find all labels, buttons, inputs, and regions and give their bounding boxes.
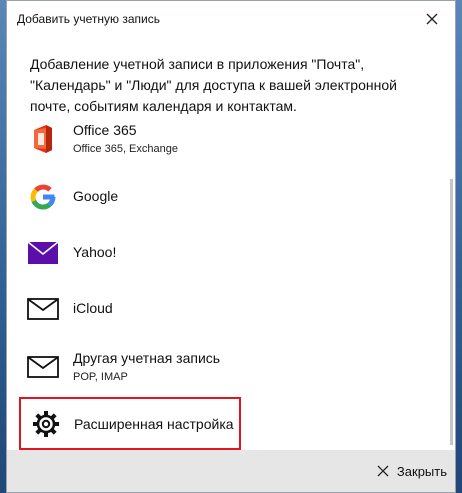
scrollbar[interactable] — [450, 179, 453, 445]
account-option-google[interactable]: Google — [7, 171, 445, 223]
account-label: Google — [73, 188, 119, 204]
account-label: Расширенная настройка — [74, 416, 234, 432]
google-icon — [27, 181, 59, 213]
office-icon — [27, 123, 59, 155]
account-sublabel: Office 365, Exchange — [73, 143, 178, 155]
gear-icon — [30, 408, 62, 440]
account-label: Yahoo! — [73, 244, 117, 260]
close-icon — [377, 465, 389, 477]
close-button-label: Закрыть — [396, 463, 447, 479]
intro-description: Добавление учетной записи в приложения "… — [30, 54, 430, 117]
dialog-footer: Закрыть — [7, 450, 455, 492]
account-sublabel: POP, IMAP — [73, 371, 128, 383]
envelope-icon — [27, 293, 59, 325]
window-title: Добавить учетную запись — [17, 12, 160, 26]
envelope-icon — [27, 351, 59, 383]
account-option-other[interactable]: Другая учетная запись POP, IMAP — [7, 341, 445, 393]
close-icon — [426, 13, 438, 25]
account-option-advanced-setup[interactable]: Расширенная настройка — [19, 397, 241, 450]
desktop-background-right — [456, 0, 462, 493]
account-label: Другая учетная запись — [73, 350, 221, 366]
account-label: iCloud — [73, 300, 113, 316]
close-button[interactable]: Закрыть — [377, 459, 447, 483]
account-label: Office 365 — [73, 122, 137, 138]
account-option-icloud[interactable]: iCloud — [7, 283, 445, 335]
title-bar: Добавить учетную запись — [7, 1, 455, 37]
account-option-yahoo[interactable]: Yahoo! — [7, 227, 445, 279]
close-window-button[interactable] — [409, 1, 455, 37]
add-account-dialog: Добавить учетную запись Добавление учетн… — [6, 0, 456, 493]
account-option-office365[interactable]: Office 365 Office 365, Exchange — [7, 113, 445, 165]
intro-text: Добавление учетной записи в приложения "… — [30, 56, 397, 114]
yahoo-mail-icon — [27, 237, 59, 269]
